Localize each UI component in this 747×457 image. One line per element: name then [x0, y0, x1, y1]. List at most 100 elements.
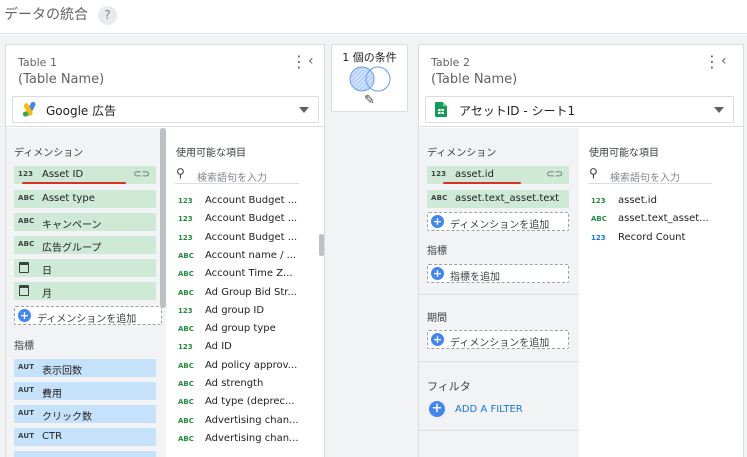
header-bar: データの統合 ?	[0, 0, 747, 34]
available-field-item[interactable]: ABC Advertising chan...	[175, 432, 320, 448]
dimension-chip[interactable]: 123 asset.id ⊂⊃	[427, 166, 569, 184]
dimension-chip[interactable]: ABC 広告グループ	[14, 236, 156, 254]
text-type-icon: ABC	[178, 380, 194, 388]
available-field-item[interactable]: 123 asset.id	[588, 194, 733, 210]
chevron-left-icon[interactable]: ‹	[721, 53, 727, 69]
number-type-icon: 123	[178, 233, 193, 242]
table-1-subtitle[interactable]: (Table Name)	[18, 72, 104, 87]
available-field-name: Ad Group Bid Str...	[205, 286, 297, 298]
dimension-name: Asset type	[42, 193, 95, 204]
dimension-chip[interactable]: ABC asset.text_asset.text	[427, 190, 569, 208]
metric-chip[interactable]: AUT 表示回数	[14, 359, 156, 377]
available-field-item[interactable]: 123 Account Budget ...	[175, 231, 320, 247]
more-vert-icon[interactable]: ⋮	[291, 54, 307, 70]
available-field-item[interactable]: 123 Ad ID	[175, 340, 320, 356]
table-2-subtitle[interactable]: (Table Name)	[431, 72, 517, 87]
metric-name: CTR	[42, 431, 63, 442]
fields-scrollbar[interactable]	[160, 128, 166, 308]
text-type-icon: ABC	[178, 288, 194, 297]
add-circle-icon: +	[431, 215, 444, 228]
available-field-item[interactable]: ABC asset.text_asset...	[588, 212, 733, 228]
available-fields-label: 使用可能な項目	[589, 148, 659, 159]
available-field-item[interactable]: 123 Record Count	[588, 231, 733, 247]
available-field-name: Ad group type	[205, 323, 276, 335]
dimension-chip[interactable]: ABC キャンペーン	[14, 213, 156, 231]
metric-chip[interactable]: AUT CTR	[14, 428, 156, 446]
auto-type-icon: AUT	[18, 363, 35, 371]
available-field-item[interactable]: ABC Account Time Z...	[175, 267, 320, 283]
available-field-item[interactable]: ABC Ad policy approv...	[175, 359, 320, 375]
search-icon: ⚲	[176, 166, 185, 180]
metric-name: 費用	[42, 389, 62, 400]
text-type-icon: ABC	[591, 215, 607, 224]
available-field-name: Advertising chan...	[205, 414, 299, 426]
metric-chip[interactable]: AUT 費用	[14, 382, 156, 400]
edit-pencil-icon: ✎	[364, 93, 375, 108]
available-field-item[interactable]: ABC Account name / ...	[175, 249, 320, 265]
page-title: データの統合	[4, 7, 88, 23]
table-2-name[interactable]: Table 2	[431, 56, 470, 69]
available-field-item[interactable]: ABC Ad strength	[175, 377, 320, 393]
dropdown-caret-icon	[714, 107, 724, 113]
dimension-name: asset.id	[455, 169, 494, 180]
available-field-item[interactable]: ABC Advertising chan...	[175, 414, 320, 430]
text-type-icon: ABC	[18, 240, 35, 248]
divider	[419, 361, 579, 362]
available-field-name: Account name / ...	[205, 249, 297, 261]
add-dimension-button[interactable]: + ディメンションを追加	[14, 306, 162, 325]
available-field-item[interactable]: ABC Ad group type	[175, 322, 320, 338]
table-1-source-select[interactable]: Google 広告	[12, 96, 319, 123]
available-fields-label: 使用可能な項目	[176, 148, 246, 159]
add-filter-button[interactable]: + ADD A FILTER	[429, 400, 569, 418]
dimensions-label: ディメンション	[14, 148, 84, 159]
number-type-icon: 123	[178, 197, 193, 205]
dimension-chip[interactable]: 123 Asset ID ⊂⊃	[14, 166, 156, 184]
text-type-icon: ABC	[431, 194, 448, 202]
dimension-chip[interactable]: 日	[14, 259, 156, 277]
available-field-name: asset.id	[618, 195, 657, 206]
dimension-chip[interactable]: 月	[14, 282, 156, 300]
available-field-item[interactable]: ABC Ad type (deprec...	[175, 395, 320, 411]
field-search-input[interactable]: ⚲ 検索語句を入力	[588, 166, 712, 184]
dropdown-caret-icon	[299, 107, 309, 113]
available-field-name: asset.text_asset...	[618, 213, 709, 225]
available-field-name: Ad policy approv...	[205, 359, 298, 371]
join-condition-button[interactable]: 1 個の条件 ✎	[331, 44, 408, 112]
number-type-icon: 123	[18, 170, 34, 178]
text-type-icon: ABC	[178, 361, 194, 370]
available-scrollbar[interactable]	[319, 234, 324, 256]
add-period-button[interactable]: + ディメンションを追加	[427, 330, 569, 349]
table-2-source-select[interactable]: アセットID - シート1	[425, 96, 734, 123]
dimensions-label: ディメンション	[427, 148, 497, 159]
add-circle-icon: +	[18, 309, 31, 322]
text-type-icon: ABC	[178, 325, 194, 334]
number-type-icon: 123	[178, 343, 193, 352]
help-icon[interactable]: ?	[98, 6, 117, 25]
available-field-name: Ad strength	[205, 378, 264, 389]
link-icon: ⊂⊃	[133, 169, 150, 180]
number-type-icon: 123	[591, 197, 606, 205]
field-search-input[interactable]: ⚲ 検索語句を入力	[175, 166, 299, 184]
metric-chip[interactable]	[14, 451, 156, 457]
available-field-name: Record Count	[618, 231, 686, 243]
available-field-item[interactable]: 123 Ad group ID	[175, 304, 320, 320]
available-field-name: Account Budget ...	[205, 231, 298, 243]
more-vert-icon[interactable]: ⋮	[704, 54, 720, 70]
text-type-icon: ABC	[178, 416, 194, 425]
chevron-left-icon[interactable]: ‹	[308, 53, 314, 69]
metrics-label: 指標	[14, 341, 34, 352]
available-field-item[interactable]: ABC Ad Group Bid Str...	[175, 286, 320, 302]
metric-chip[interactable]: AUT クリック数	[14, 405, 156, 423]
add-metric-button[interactable]: + 指標を追加	[427, 264, 569, 283]
venn-left-join-icon	[349, 66, 391, 92]
google-sheets-logo-icon	[435, 102, 447, 117]
dimension-chip[interactable]: ABC Asset type	[14, 190, 156, 208]
add-dimension-button[interactable]: + ディメンションを追加	[427, 212, 569, 231]
table-2-panel: Table 2 (Table Name) ⋮ ‹ アセットID - シート1 デ…	[418, 44, 744, 457]
dimension-name: キャンペーン	[42, 220, 102, 231]
number-type-icon: 123	[178, 215, 193, 224]
table-1-name[interactable]: Table 1	[18, 56, 57, 69]
calendar-icon	[19, 285, 29, 296]
available-field-item[interactable]: 123 Account Budget ...	[175, 212, 320, 228]
available-field-item[interactable]: 123 Account Budget ...	[175, 194, 320, 210]
